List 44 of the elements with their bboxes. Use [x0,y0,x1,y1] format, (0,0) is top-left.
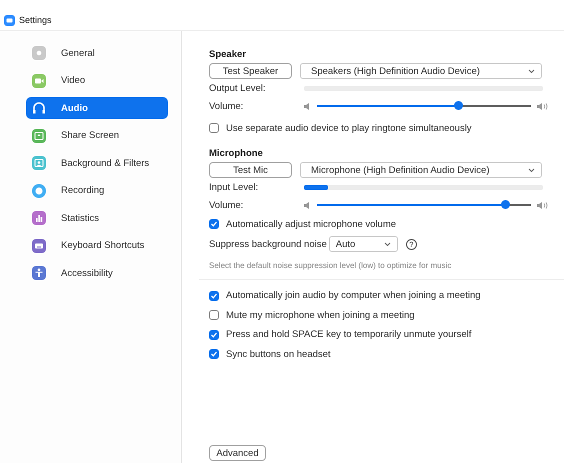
sidebar-item[interactable]: Recording [26,180,168,202]
window-title: Settings [19,15,52,25]
checkbox-option[interactable]: Automatically join audio by computer when joining a meeting [209,286,548,306]
chevron-down-icon [528,68,535,74]
advanced-button[interactable]: Advanced [209,445,266,461]
speaker-low-icon [304,102,311,110]
hint-text: Select the default noise suppression level (low) to optimize for music [209,261,452,270]
sidebar-item[interactable]: Accessibility [26,262,168,284]
checkbox-option[interactable]: Use separate audio device to play ringtone simultaneously [209,118,548,138]
sidebar-item[interactable]: General [26,42,168,64]
volume-label: Volume: [209,200,244,210]
volume-label: Volume: [209,100,244,112]
sidebar-item[interactable]: Video [26,70,168,92]
checkmark-icon [210,350,218,358]
sidebar-item[interactable]: Audio [26,97,168,119]
checkmark-icon [210,330,218,339]
checkbox-option[interactable]: Press and hold SPACE key to temporarily unmute yourself [209,325,548,344]
level-label: Output Level: [209,82,267,94]
speaker-high-icon [537,102,548,110]
chevron-down-icon [384,242,391,246]
checkbox-option[interactable]: Automatically adjust microphone volume [209,214,548,234]
checkbox-option[interactable]: Sync buttons on headset [209,344,548,364]
section-heading: Microphone [209,148,264,159]
suppress-label: Suppress background noise [209,238,327,250]
checkbox-option[interactable]: Mute my microphone when joining a meeting [209,306,548,325]
app-icon [4,14,15,26]
device-dropdown[interactable]: Speakers (High Definition Audio Device) [300,63,542,79]
checkmark-icon [210,220,218,228]
slider-handle[interactable] [454,101,463,110]
level-label: Input Level: [209,182,260,192]
speaker-low-icon [304,202,311,208]
speaker-high-icon [537,202,548,208]
sidebar-item[interactable]: Statistics [26,207,168,229]
checkmark-icon [210,292,218,300]
noise-dropdown[interactable]: Auto [328,236,398,252]
sidebar-item[interactable]: Share Screen [26,124,168,146]
test-button[interactable]: Test Speaker [209,63,292,79]
sidebar-item[interactable]: Background & Filters [26,152,168,174]
section-heading: Speaker [209,49,247,60]
test-button[interactable]: Test Mic [209,162,292,178]
chevron-down-icon [528,168,535,172]
slider-handle[interactable] [500,200,510,210]
sidebar-item[interactable]: Keyboard Shortcuts [26,234,168,256]
device-dropdown[interactable]: Microphone (High Definition Audio Device) [300,162,542,178]
